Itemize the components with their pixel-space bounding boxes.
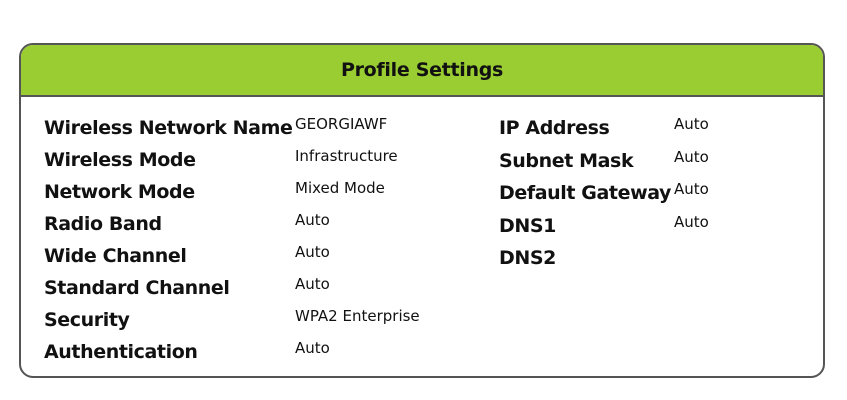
setting-value: Auto	[674, 115, 709, 133]
setting-label: Wide Channel	[44, 245, 187, 267]
setting-label: Default Gateway	[499, 182, 672, 204]
setting-value: Auto	[295, 243, 330, 261]
setting-label: Authentication	[44, 341, 198, 363]
setting-label: Standard Channel	[44, 277, 230, 299]
setting-value: WPA2 Enterprise	[295, 307, 420, 325]
setting-value: Auto	[674, 212, 709, 231]
setting-value: Infrastructure	[295, 147, 398, 165]
setting-value: GEORGIAWF	[295, 115, 388, 133]
setting-value: Auto	[295, 211, 330, 229]
setting-label: Network Mode	[44, 181, 195, 203]
setting-label: DNS2	[499, 247, 556, 269]
setting-value: Auto	[295, 339, 330, 357]
setting-label: Subnet Mask	[499, 149, 634, 172]
setting-label: Wireless Mode	[44, 149, 196, 171]
setting-label: Security	[44, 309, 130, 331]
setting-label: DNS1	[499, 214, 556, 237]
setting-label: IP Address	[499, 117, 610, 139]
setting-value: Auto	[295, 275, 330, 293]
setting-value: Mixed Mode	[295, 179, 385, 197]
setting-value: Auto	[674, 147, 709, 166]
profile-settings-panel: Profile Settings Wireless Network Name G…	[19, 43, 825, 378]
setting-value: Auto	[674, 180, 709, 198]
setting-label: Wireless Network Name	[44, 117, 293, 139]
panel-title: Profile Settings	[340, 59, 504, 81]
setting-label: Radio Band	[44, 213, 162, 235]
panel-header: Profile Settings	[21, 45, 823, 97]
